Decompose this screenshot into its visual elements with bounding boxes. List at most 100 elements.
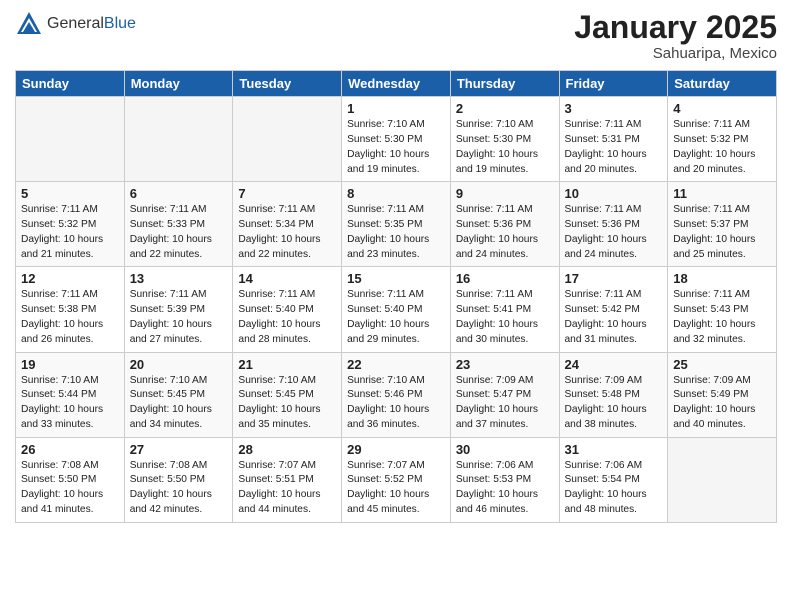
day-info: Sunrise: 7:11 AM Sunset: 5:40 PM Dayligh… [347,288,445,347]
day-info: Sunrise: 7:11 AM Sunset: 5:35 PM Dayligh… [347,203,445,262]
day-cell-11: 11Sunrise: 7:11 AM Sunset: 5:37 PM Dayli… [668,182,777,267]
day-info: Sunrise: 7:11 AM Sunset: 5:38 PM Dayligh… [21,288,119,347]
day-info: Sunrise: 7:11 AM Sunset: 5:43 PM Dayligh… [673,288,771,347]
day-number: 23 [456,357,554,372]
empty-cell [124,97,233,182]
day-cell-24: 24 Sunrise: 7:09 AM Sunset: 5:48 PM Dayli… [559,352,668,437]
day-number: 9 [456,186,554,201]
day-cell-19: 19 Sunrise: 7:10 AM Sunset: 5:44 PM Dayli… [16,352,125,437]
day-number: 14 [238,271,336,286]
day-cell-20: 20Sunrise: 7:10 AM Sunset: 5:45 PM Dayli… [124,352,233,437]
day-number: 2 [456,101,554,116]
weekday-header-wednesday: Wednesday [342,71,451,97]
logo-icon [15,10,43,38]
day-info: Sunrise: 7:09 AM Sunset: 5:47 PM Dayligh… [456,374,554,433]
day-cell-29: 29Sunrise: 7:07 AM Sunset: 5:52 PM Dayli… [342,437,451,522]
day-info: Sunrise: 7:10 AM Sunset: 5:30 PM Dayligh… [347,118,445,177]
day-number: 12 [21,271,119,286]
day-number: 27 [130,442,228,457]
week-row-0: 1 Sunrise: 7:10 AM Sunset: 5:30 PM Daylig… [16,97,777,182]
day-cell-6: 6 Sunrise: 7:11 AM Sunset: 5:33 PM Daylig… [124,182,233,267]
week-row-4: 26 Sunrise: 7:08 AM Sunset: 5:50 PM Dayli… [16,437,777,522]
day-cell-12: 12 Sunrise: 7:11 AM Sunset: 5:38 PM Dayli… [16,267,125,352]
day-info: Sunrise: 7:11 AM Sunset: 5:37 PM Dayligh… [673,203,771,262]
day-number: 10 [565,186,663,201]
day-cell-8: 8 Sunrise: 7:11 AM Sunset: 5:35 PM Daylig… [342,182,451,267]
day-cell-22: 22 Sunrise: 7:10 AM Sunset: 5:46 PM Dayli… [342,352,451,437]
day-info: Sunrise: 7:11 AM Sunset: 5:36 PM Dayligh… [456,203,554,262]
day-number: 24 [565,357,663,372]
day-number: 4 [673,101,771,116]
day-cell-5: 5 Sunrise: 7:11 AM Sunset: 5:32 PM Daylig… [16,182,125,267]
logo: GeneralBlue [15,10,136,38]
day-cell-1: 1 Sunrise: 7:10 AM Sunset: 5:30 PM Daylig… [342,97,451,182]
day-info: Sunrise: 7:08 AM Sunset: 5:50 PM Dayligh… [21,459,119,518]
day-number: 21 [238,357,336,372]
day-cell-28: 28 Sunrise: 7:07 AM Sunset: 5:51 PM Dayli… [233,437,342,522]
weekday-header-friday: Friday [559,71,668,97]
day-number: 19 [21,357,119,372]
page-container: GeneralBlue January 2025 Sahuaripa, Mexi… [0,0,792,533]
day-info: Sunrise: 7:10 AM Sunset: 5:46 PM Dayligh… [347,374,445,433]
day-number: 6 [130,186,228,201]
day-cell-14: 14 Sunrise: 7:11 AM Sunset: 5:40 PM Dayli… [233,267,342,352]
day-number: 13 [130,271,228,286]
day-info: Sunrise: 7:10 AM Sunset: 5:45 PM Dayligh… [130,374,228,433]
day-number: 5 [21,186,119,201]
day-info: Sunrise: 7:11 AM Sunset: 5:42 PM Dayligh… [565,288,663,347]
day-number: 17 [565,271,663,286]
day-info: Sunrise: 7:11 AM Sunset: 5:34 PM Dayligh… [238,203,336,262]
logo-text: GeneralBlue [47,15,136,33]
logo-general: General [47,15,104,32]
day-info: Sunrise: 7:11 AM Sunset: 5:41 PM Dayligh… [456,288,554,347]
day-cell-31: 31Sunrise: 7:06 AM Sunset: 5:54 PM Dayli… [559,437,668,522]
day-number: 1 [347,101,445,116]
weekday-header-row: SundayMondayTuesdayWednesdayThursdayFrid… [16,71,777,97]
day-cell-27: 27 Sunrise: 7:08 AM Sunset: 5:50 PM Dayli… [124,437,233,522]
weekday-header-thursday: Thursday [450,71,559,97]
day-info: Sunrise: 7:11 AM Sunset: 5:32 PM Dayligh… [673,118,771,177]
day-info: Sunrise: 7:06 AM Sunset: 5:53 PM Dayligh… [456,459,554,518]
day-cell-30: 30Sunrise: 7:06 AM Sunset: 5:53 PM Dayli… [450,437,559,522]
day-number: 8 [347,186,445,201]
day-info: Sunrise: 7:11 AM Sunset: 5:39 PM Dayligh… [130,288,228,347]
day-info: Sunrise: 7:11 AM Sunset: 5:36 PM Dayligh… [565,203,663,262]
logo-blue: Blue [104,15,136,32]
day-cell-25: 25 Sunrise: 7:09 AM Sunset: 5:49 PM Dayli… [668,352,777,437]
day-number: 31 [565,442,663,457]
day-info: Sunrise: 7:11 AM Sunset: 5:33 PM Dayligh… [130,203,228,262]
day-cell-9: 9 Sunrise: 7:11 AM Sunset: 5:36 PM Daylig… [450,182,559,267]
day-number: 26 [21,442,119,457]
day-cell-21: 21Sunrise: 7:10 AM Sunset: 5:45 PM Dayli… [233,352,342,437]
day-cell-16: 16Sunrise: 7:11 AM Sunset: 5:41 PM Dayli… [450,267,559,352]
day-info: Sunrise: 7:10 AM Sunset: 5:30 PM Dayligh… [456,118,554,177]
day-info: Sunrise: 7:10 AM Sunset: 5:44 PM Dayligh… [21,374,119,433]
day-number: 15 [347,271,445,286]
week-row-2: 12 Sunrise: 7:11 AM Sunset: 5:38 PM Dayli… [16,267,777,352]
day-info: Sunrise: 7:11 AM Sunset: 5:31 PM Dayligh… [565,118,663,177]
day-number: 3 [565,101,663,116]
day-number: 22 [347,357,445,372]
day-cell-10: 10 Sunrise: 7:11 AM Sunset: 5:36 PM Dayli… [559,182,668,267]
day-info: Sunrise: 7:09 AM Sunset: 5:49 PM Dayligh… [673,374,771,433]
day-cell-13: 13 Sunrise: 7:11 AM Sunset: 5:39 PM Dayli… [124,267,233,352]
day-cell-26: 26 Sunrise: 7:08 AM Sunset: 5:50 PM Dayli… [16,437,125,522]
day-cell-2: 2 Sunrise: 7:10 AM Sunset: 5:30 PM Daylig… [450,97,559,182]
week-row-1: 5 Sunrise: 7:11 AM Sunset: 5:32 PM Daylig… [16,182,777,267]
day-cell-4: 4 Sunrise: 7:11 AM Sunset: 5:32 PM Daylig… [668,97,777,182]
day-cell-7: 7 Sunrise: 7:11 AM Sunset: 5:34 PM Daylig… [233,182,342,267]
day-info: Sunrise: 7:07 AM Sunset: 5:51 PM Dayligh… [238,459,336,518]
day-info: Sunrise: 7:09 AM Sunset: 5:48 PM Dayligh… [565,374,663,433]
weekday-header-monday: Monday [124,71,233,97]
day-number: 7 [238,186,336,201]
month-title: January 2025 [574,10,777,45]
day-info: Sunrise: 7:11 AM Sunset: 5:32 PM Dayligh… [21,203,119,262]
day-info: Sunrise: 7:08 AM Sunset: 5:50 PM Dayligh… [130,459,228,518]
day-number: 25 [673,357,771,372]
header: GeneralBlue January 2025 Sahuaripa, Mexi… [15,10,777,62]
calendar-table: SundayMondayTuesdayWednesdayThursdayFrid… [15,70,777,523]
day-number: 28 [238,442,336,457]
empty-cell [16,97,125,182]
day-info: Sunrise: 7:07 AM Sunset: 5:52 PM Dayligh… [347,459,445,518]
day-info: Sunrise: 7:11 AM Sunset: 5:40 PM Dayligh… [238,288,336,347]
